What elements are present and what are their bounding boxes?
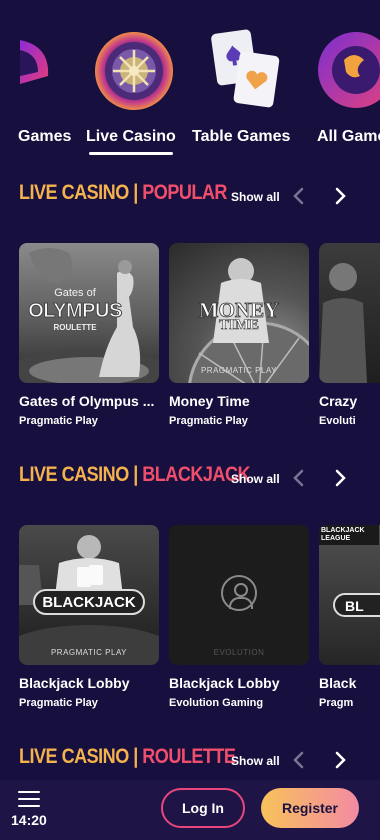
all-games-icon [318, 32, 380, 108]
game-title: Black [319, 675, 357, 691]
category-games[interactable]: Games [0, 0, 80, 160]
category-label: Games [18, 128, 72, 145]
roulette-wheel-icon [95, 32, 173, 110]
clock-time: 14:20 [11, 812, 47, 828]
section-title-suffix: POPULAR [142, 181, 227, 204]
casino-page: Games Live Casino Table Games All Gam LI… [0, 0, 380, 840]
art-provider-tag: EVOLUTION [213, 648, 265, 657]
game-provider: Evolution Gaming [169, 697, 264, 709]
art-title-small: Gates of [54, 287, 96, 299]
chevron-right-icon[interactable] [331, 468, 351, 488]
art-title-small: BLACKJACK LEAGUE [321, 527, 365, 543]
chevron-right-icon[interactable] [331, 186, 351, 206]
hamburger-menu-icon[interactable] [18, 791, 40, 807]
show-all-link[interactable]: Show all [231, 472, 280, 486]
crazy-art [319, 263, 367, 383]
chevron-left-icon[interactable] [288, 186, 308, 206]
register-button[interactable]: Register [261, 788, 359, 828]
show-all-link[interactable]: Show all [231, 754, 280, 768]
game-thumbnail: EVOLUTION [169, 525, 309, 665]
game-title: Money Time [169, 393, 250, 409]
game-title: Blackjack Lobby [169, 675, 280, 691]
show-all-link[interactable]: Show all [231, 190, 280, 204]
section-title-roulette: LIVE CASINO | ROULETTE [19, 745, 236, 769]
art-label: BL [333, 593, 380, 617]
game-title: Blackjack Lobby [19, 675, 130, 691]
art-title-big: BLACKJACK [33, 589, 145, 615]
category-all-games[interactable]: All Games [312, 0, 380, 160]
playing-cards-icon [211, 29, 280, 108]
art-provider-tag: PRAGMATIC PLAY [200, 366, 278, 375]
login-button[interactable]: Log In [161, 788, 245, 828]
game-thumbnail: BLACKJACK PRAGMATIC PLAY [19, 525, 159, 665]
category-nav: Games Live Casino Table Games All Gam [0, 0, 380, 160]
chevron-left-icon[interactable] [288, 468, 308, 488]
active-tab-indicator [89, 152, 173, 155]
chevron-left-icon[interactable] [288, 750, 308, 770]
section-title-prefix: LIVE CASINO | [19, 745, 143, 768]
game-thumbnail: Gates of OLYMPUS ROULETTE [19, 243, 159, 383]
art-title-line2: LEAGUE [321, 535, 351, 542]
game-thumbnail: BLACKJACK LEAGUE BL [319, 525, 380, 665]
game-thumbnail: MONEY TIME PRAGMATIC PLAY [169, 243, 309, 383]
category-live-casino[interactable]: Live Casino [86, 0, 186, 160]
art-provider-tag: PRAGMATIC PLAY [50, 648, 128, 657]
games-partial-icon [20, 40, 49, 84]
section-title-prefix: LIVE CASINO | [19, 463, 143, 486]
category-label: Live Casino [86, 128, 176, 145]
section-title-blackjack: LIVE CASINO | BLACKJACK [19, 463, 251, 487]
game-provider: Pragmatic Play [19, 415, 98, 427]
section-title-popular: LIVE CASINO | POPULAR [19, 181, 227, 205]
game-provider: Pragmatic Play [19, 697, 98, 709]
art-title-big2: TIME [218, 317, 260, 334]
art-title-line1: BLACKJACK [321, 527, 365, 534]
category-table-games[interactable]: Table Games [192, 0, 302, 160]
chevron-right-icon[interactable] [331, 750, 351, 770]
game-provider: Evoluti [319, 415, 356, 427]
category-label: Table Games [192, 128, 291, 145]
game-provider: Pragmatic Play [169, 415, 248, 427]
art-subtitle: ROULETTE [53, 323, 97, 332]
game-provider: Pragm [319, 697, 354, 709]
game-title: Crazy [319, 393, 358, 409]
user-avatar-icon [221, 575, 257, 611]
art-title-big: OLYMPUS [28, 300, 123, 323]
section-title-suffix: ROULETTE [142, 745, 236, 768]
game-thumbnail [319, 243, 380, 383]
section-title-prefix: LIVE CASINO | [19, 181, 143, 204]
game-title: Gates of Olympus ... [19, 393, 155, 409]
category-label: All Games [317, 128, 380, 145]
